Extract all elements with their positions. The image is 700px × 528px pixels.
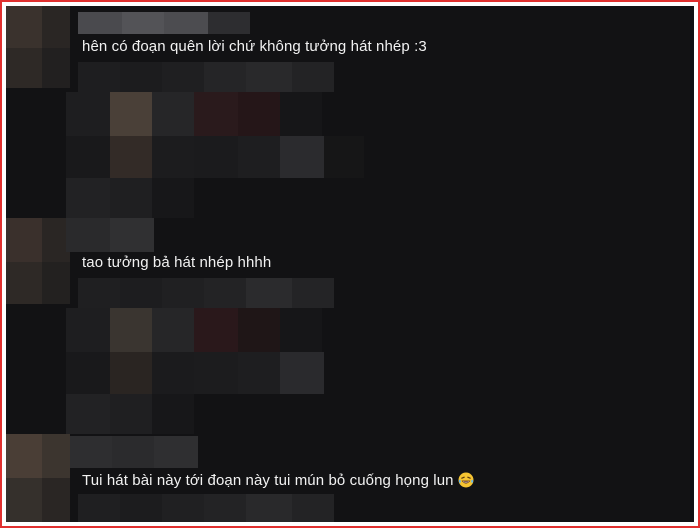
- comment-text: Tui hát bài này tới đoạn này tui mún bỏ …: [82, 472, 474, 490]
- blurred-username: [66, 218, 154, 252]
- blurred-meta-row: [78, 278, 334, 308]
- screenshot-frame: hên có đoạn quên lời chứ không tưởng hát…: [0, 0, 700, 528]
- blurred-meta-row: [78, 62, 334, 92]
- comment-text-body: Tui hát bài này tới đoạn này tui mún bỏ …: [82, 472, 454, 489]
- blurred-avatar: [6, 218, 70, 304]
- blurred-avatar: [6, 434, 70, 522]
- blurred-username: [70, 436, 198, 468]
- blurred-username: [78, 12, 250, 34]
- laughing-tears-emoji-icon: [458, 472, 474, 488]
- comment-text: hên có đoạn quên lời chứ không tưởng hát…: [82, 38, 427, 55]
- comment-text: tao tưởng bả hát nhép hhhh: [82, 254, 272, 271]
- blurred-avatar: [6, 6, 70, 88]
- blurred-meta-row: [78, 494, 334, 522]
- comment-feed: hên có đoạn quên lời chứ không tưởng hát…: [6, 6, 694, 522]
